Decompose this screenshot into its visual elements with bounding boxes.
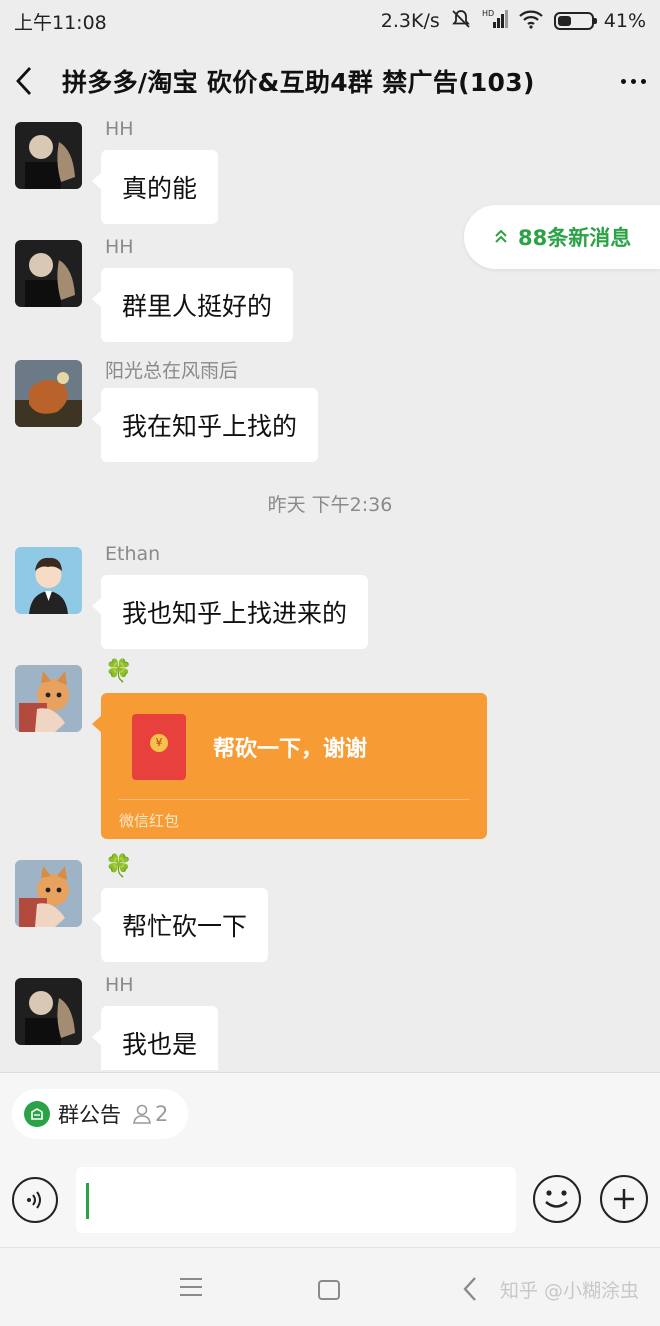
time-divider: 昨天 下午2:36 — [267, 494, 393, 516]
emoji-icon[interactable] — [533, 1175, 581, 1223]
sender-name: 🍀 — [105, 854, 133, 879]
status-bar: 上午11:08 2.3K/s HD 41% — [0, 0, 660, 42]
red-packet-label: 微信红包 — [119, 812, 180, 830]
sender-name: HH — [105, 974, 134, 996]
avatar-hh[interactable] — [15, 978, 82, 1045]
mute-icon — [450, 8, 472, 35]
message-bubble[interactable]: 帮忙砍一下 — [91, 888, 269, 962]
system-nav-bar: 知乎 @小糊涂虫 — [0, 1247, 660, 1326]
message-bubble[interactable]: 真的能 — [91, 150, 219, 224]
text-caret — [86, 1183, 89, 1219]
message-bubble[interactable]: 我也知乎上找进来的 — [91, 575, 369, 649]
message-input[interactable] — [76, 1167, 516, 1233]
chevron-left-icon[interactable] — [14, 61, 44, 101]
coin-icon: ¥ — [150, 734, 168, 752]
message-bubble[interactable]: 我在知乎上找的 — [91, 388, 319, 462]
menu-icon[interactable] — [180, 1278, 202, 1302]
status-icons: 2.3K/s HD 41% — [381, 8, 646, 35]
message-bubble[interactable]: 我也是 — [91, 1006, 219, 1070]
double-chevron-up-icon — [494, 225, 508, 249]
chat-title: 拼多多/淘宝 砍价&互助4群 禁广告(103) — [62, 68, 535, 97]
avatar-cat[interactable] — [15, 860, 82, 927]
bottom-input-area: 群公告 2 — [0, 1072, 660, 1247]
red-packet-icon: ¥ — [132, 714, 186, 780]
sender-name: 阳光总在风雨后 — [105, 360, 239, 382]
red-packet-message[interactable]: ¥ 帮砍一下，谢谢 微信红包 — [92, 693, 487, 839]
avatar-hh[interactable] — [15, 240, 82, 307]
avatar-hh[interactable] — [15, 122, 82, 189]
sender-name: HH — [105, 236, 134, 258]
notice-icon — [24, 1101, 50, 1127]
wifi-icon — [518, 8, 544, 35]
watermark: 知乎 @小糊涂虫 — [500, 1280, 640, 1302]
home-icon[interactable] — [318, 1280, 340, 1300]
more-dots-icon[interactable] — [606, 78, 646, 84]
plus-icon[interactable] — [600, 1175, 648, 1223]
person-icon — [131, 1103, 153, 1125]
red-packet-greeting: 帮砍一下，谢谢 — [213, 737, 368, 762]
new-messages-label: 88条新消息 — [518, 226, 632, 250]
sender-name: 🍀 — [105, 659, 133, 684]
sender-name: Ethan — [105, 543, 161, 565]
sender-name: HH — [105, 120, 134, 140]
back-icon[interactable] — [462, 1276, 478, 1306]
battery-icon — [553, 12, 597, 30]
avatar-sunshine[interactable] — [15, 360, 82, 427]
status-time: 上午11:08 — [14, 11, 107, 34]
avatar-cat[interactable] — [15, 665, 82, 732]
red-packet-divider — [119, 799, 469, 800]
new-messages-button[interactable]: 88条新消息 — [464, 205, 660, 269]
group-notice-label: 群公告 — [58, 1103, 121, 1127]
battery-percent: 41% — [603, 10, 646, 32]
hd-badge: HD — [482, 9, 494, 18]
avatar-ethan[interactable] — [15, 547, 82, 614]
group-notice-chip[interactable]: 群公告 2 — [12, 1089, 188, 1139]
signal-icon: HD — [482, 8, 508, 35]
input-row — [0, 1165, 660, 1237]
network-speed: 2.3K/s — [380, 10, 440, 32]
message-bubble[interactable]: 群里人挺好的 — [91, 268, 294, 342]
chat-header: 拼多多/淘宝 砍价&互助4群 禁广告(103) — [0, 42, 660, 120]
group-notice-count: 2 — [155, 1102, 169, 1126]
voice-icon[interactable] — [12, 1177, 58, 1223]
